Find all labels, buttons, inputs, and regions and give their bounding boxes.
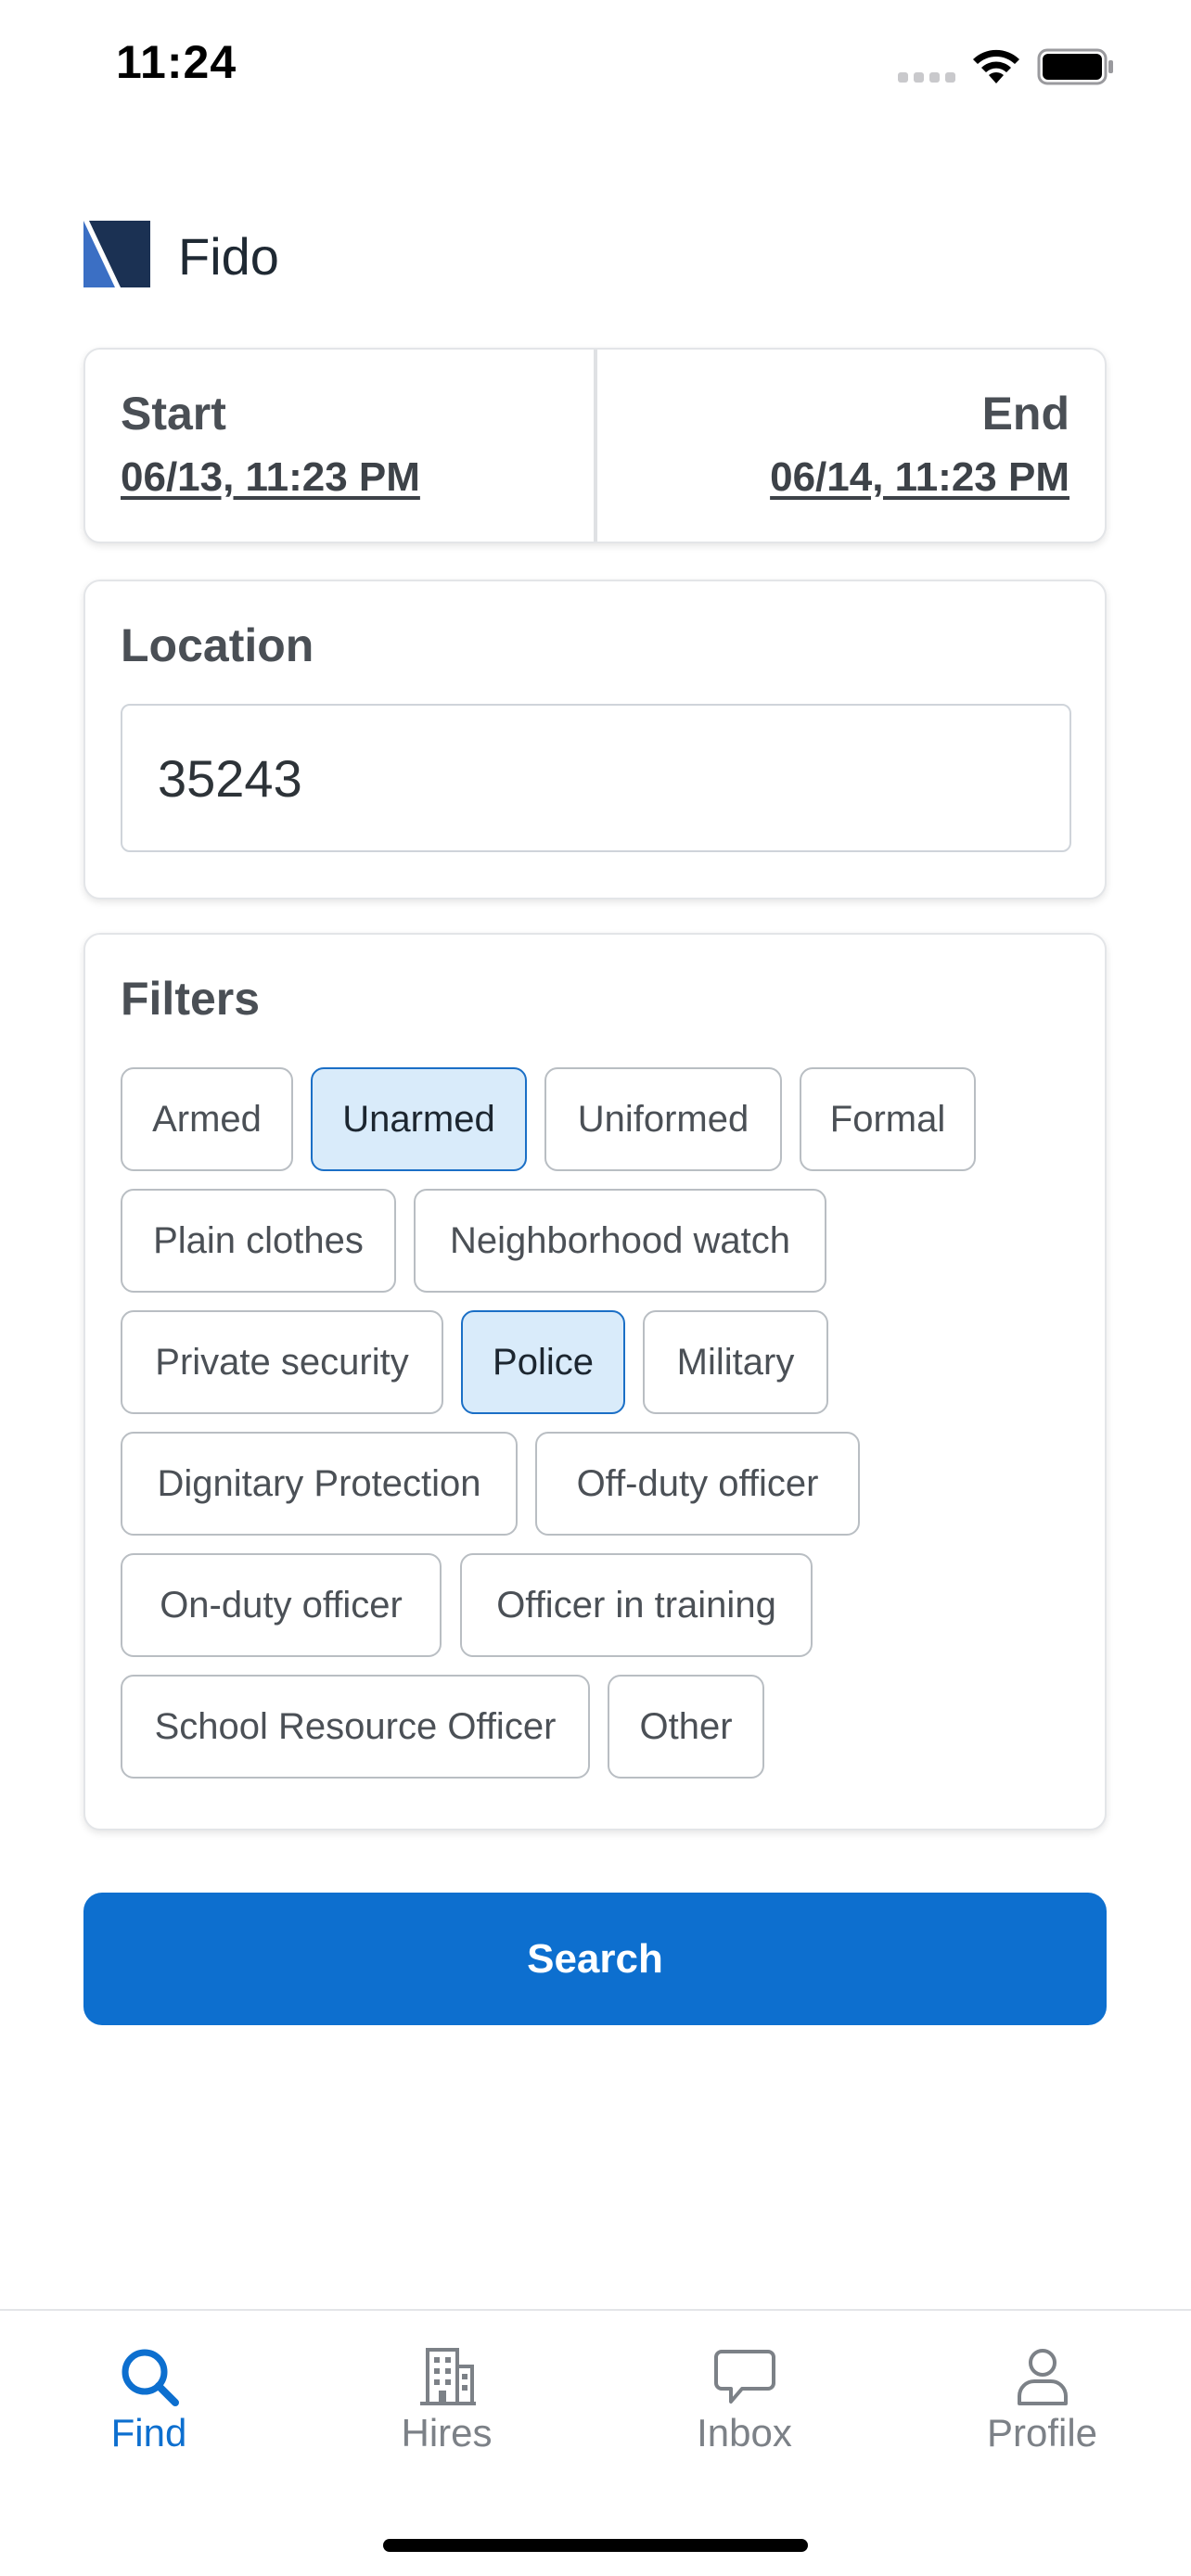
tab-bar: Find Hires Inbox Profile xyxy=(0,2309,1191,2576)
app-title: Fido xyxy=(178,227,279,286)
status-bar: 11:24 xyxy=(0,0,1191,139)
filter-chip-private-security[interactable]: Private security xyxy=(121,1310,443,1414)
chat-bubble-icon xyxy=(713,2350,775,2404)
location-input[interactable] xyxy=(121,704,1071,852)
status-time: 11:24 xyxy=(116,36,237,88)
filter-chip-police[interactable]: Police xyxy=(461,1310,625,1414)
start-date-picker[interactable]: 06/13, 11:23 PM xyxy=(121,454,420,501)
filter-chip-unarmed[interactable]: Unarmed xyxy=(311,1067,527,1171)
end-label: End xyxy=(981,388,1069,440)
date-range-card: Start 06/13, 11:23 PM End 06/14, 11:23 P… xyxy=(83,348,1107,543)
filter-chip-other[interactable]: Other xyxy=(608,1675,764,1779)
tab-label-inbox: Inbox xyxy=(697,2411,792,2455)
location-card: Location xyxy=(83,580,1107,899)
filter-chip-armed[interactable]: Armed xyxy=(121,1067,293,1171)
home-indicator xyxy=(383,2539,808,2552)
filter-chip-neighborhood-watch[interactable]: Neighborhood watch xyxy=(414,1189,826,1293)
filter-chip-on-duty-officer[interactable]: On-duty officer xyxy=(121,1553,442,1657)
tab-inbox[interactable]: Inbox xyxy=(596,2311,893,2468)
filter-chip-formal[interactable]: Formal xyxy=(800,1067,976,1171)
start-label: Start xyxy=(121,388,226,440)
tab-profile[interactable]: Profile xyxy=(893,2311,1191,2468)
cellular-signal-icon xyxy=(898,72,955,83)
filter-chip-dignitary-protection[interactable]: Dignitary Protection xyxy=(121,1432,518,1536)
filter-chip-officer-in-training[interactable]: Officer in training xyxy=(460,1553,813,1657)
tab-find[interactable]: Find xyxy=(0,2311,298,2468)
battery-icon xyxy=(1037,48,1113,85)
tab-label-profile: Profile xyxy=(986,2411,1098,2455)
tab-label-find: Find xyxy=(110,2411,187,2455)
filter-chip-military[interactable]: Military xyxy=(643,1310,828,1414)
fido-logo-icon xyxy=(83,221,150,287)
location-title: Location xyxy=(121,619,314,671)
filters-title: Filters xyxy=(121,973,261,1025)
end-date-picker[interactable]: 06/14, 11:23 PM xyxy=(770,454,1069,501)
person-icon xyxy=(1017,2349,1068,2405)
date-divider xyxy=(594,350,597,542)
filter-chip-plain-clothes[interactable]: Plain clothes xyxy=(121,1189,396,1293)
search-icon xyxy=(122,2349,179,2406)
tab-label-hires: Hires xyxy=(401,2411,493,2455)
search-button[interactable]: Search xyxy=(83,1893,1107,2025)
filter-chip-uniformed[interactable]: Uniformed xyxy=(544,1067,782,1171)
building-icon xyxy=(419,2348,476,2405)
tab-hires[interactable]: Hires xyxy=(298,2311,596,2468)
filter-chip-off-duty-officer[interactable]: Off-duty officer xyxy=(535,1432,860,1536)
filters-card: Filters Armed Unarmed Uniformed Formal P… xyxy=(83,933,1107,1830)
filter-chip-school-resource-officer[interactable]: School Resource Officer xyxy=(121,1675,590,1779)
wifi-icon xyxy=(973,49,1019,83)
